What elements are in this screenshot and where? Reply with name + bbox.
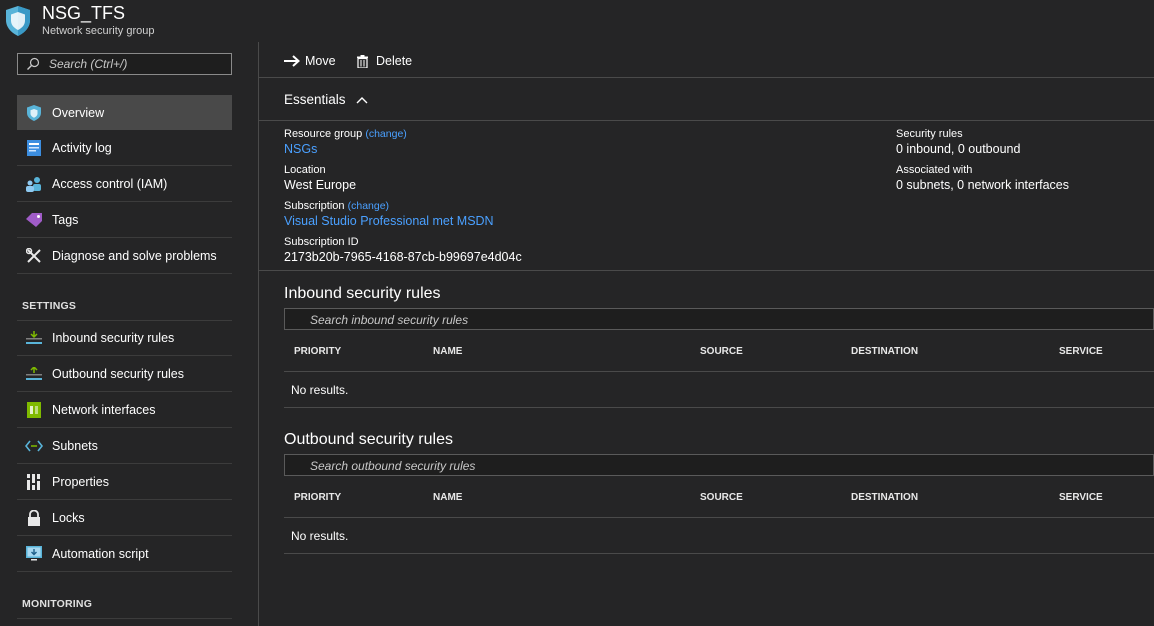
sidebar-item-label: Inbound security rules (52, 331, 175, 345)
inbound-rules-icon (25, 329, 43, 347)
outbound-col-service[interactable]: SERVICE (1059, 492, 1103, 503)
monitoring-section-title: MONITORING (22, 598, 93, 610)
sidebar-item-inbound-rules[interactable]: Inbound security rules (17, 321, 232, 356)
trash-icon (357, 54, 368, 68)
sidebar-item-automation-script[interactable]: Automation script (17, 537, 232, 572)
subscription-label: Subscription (change) (284, 200, 389, 212)
search-icon (27, 57, 40, 70)
activity-log-icon (25, 139, 43, 157)
inbound-search-input[interactable]: Search inbound security rules (284, 308, 1154, 330)
sidebar-divider (258, 42, 259, 626)
network-interface-icon (25, 401, 43, 419)
resource-group-link[interactable]: NSGs (284, 142, 317, 156)
page-title: NSG_TFS (42, 3, 126, 23)
toolbar-divider (259, 77, 1154, 78)
outbound-col-priority[interactable]: PRIORITY (294, 492, 341, 503)
inbound-col-destination[interactable]: DESTINATION (851, 346, 918, 357)
associated-with-label: Associated with (896, 164, 973, 176)
outbound-header-divider (284, 517, 1154, 518)
sidebar: Search (Ctrl+/) Overview Activity log Ac… (0, 42, 258, 626)
blade-header: NSG_TFS Network security group (0, 0, 1154, 42)
outbound-rules-icon (25, 365, 43, 383)
sidebar-item-label: Tags (52, 213, 79, 227)
sidebar-search-input[interactable]: Search (Ctrl+/) (17, 53, 232, 75)
section-divider (17, 618, 232, 619)
move-label: Move (305, 54, 336, 68)
subnet-icon (25, 437, 43, 455)
automation-script-icon (25, 545, 43, 563)
inbound-header-divider (284, 371, 1154, 372)
outbound-col-name[interactable]: NAME (433, 492, 462, 503)
sidebar-item-label: Properties (52, 475, 109, 489)
move-button[interactable]: Move (284, 52, 336, 70)
delete-button[interactable]: Delete (357, 52, 412, 70)
inbound-row-divider (284, 407, 1154, 408)
properties-icon (25, 473, 43, 491)
sidebar-item-subnets[interactable]: Subnets (17, 429, 232, 464)
inbound-col-name[interactable]: NAME (433, 346, 462, 357)
inbound-empty-text: No results. (291, 383, 349, 397)
search-placeholder: Search (Ctrl+/) (49, 57, 128, 71)
outbound-col-destination[interactable]: DESTINATION (851, 492, 918, 503)
security-rules-label: Security rules (896, 128, 963, 140)
outbound-row-divider (284, 553, 1154, 554)
subscription-change-link[interactable]: (change) (348, 200, 389, 212)
sidebar-item-outbound-rules[interactable]: Outbound security rules (17, 357, 232, 392)
essentials-title: Essentials (284, 92, 346, 107)
tag-icon (25, 211, 43, 229)
shield-icon (25, 104, 43, 122)
essentials-bottom-divider (259, 270, 1154, 271)
sidebar-item-locks[interactable]: Locks (17, 501, 232, 536)
associated-with-value: 0 subnets, 0 network interfaces (896, 178, 1070, 192)
settings-section-title: SETTINGS (22, 300, 77, 312)
essentials-toggle[interactable]: Essentials (284, 92, 368, 107)
sidebar-item-label: Subnets (52, 439, 98, 453)
sidebar-item-diagnose[interactable]: Diagnose and solve problems (17, 239, 232, 274)
resource-group-label-text: Resource group (284, 128, 363, 140)
security-rules-value: 0 inbound, 0 outbound (896, 142, 1021, 156)
resource-group-change-link[interactable]: (change) (365, 128, 406, 140)
sidebar-item-label: Automation script (52, 547, 149, 561)
sidebar-item-access-control[interactable]: Access control (IAM) (17, 167, 232, 202)
location-value: West Europe (284, 178, 357, 192)
outbound-empty-text: No results. (291, 529, 349, 543)
location-label: Location (284, 164, 326, 176)
sidebar-item-label: Access control (IAM) (52, 177, 168, 191)
inbound-col-priority[interactable]: PRIORITY (294, 346, 341, 357)
inbound-rules-title: Inbound security rules (284, 285, 441, 302)
sidebar-item-label: Network interfaces (52, 403, 156, 417)
lock-icon (25, 509, 43, 527)
page-subtitle: Network security group (42, 25, 155, 37)
sidebar-item-label: Overview (52, 105, 105, 120)
sidebar-item-overview[interactable]: Overview (17, 95, 232, 130)
outbound-search-placeholder: Search outbound security rules (310, 459, 476, 473)
chevron-up-icon (356, 96, 368, 103)
inbound-col-source[interactable]: SOURCE (700, 346, 743, 357)
people-icon (25, 175, 43, 193)
delete-label: Delete (376, 54, 413, 68)
inbound-search-placeholder: Search inbound security rules (310, 313, 469, 327)
sidebar-item-tags[interactable]: Tags (17, 203, 232, 238)
arrow-right-icon (284, 55, 300, 67)
sidebar-item-label: Diagnose and solve problems (52, 249, 217, 263)
wrench-icon (25, 247, 43, 265)
resource-group-label: Resource group (change) (284, 128, 407, 140)
subscription-id-value: 2173b20b-7965-4168-87cb-b99697e4d04c (284, 250, 522, 264)
outbound-col-source[interactable]: SOURCE (700, 492, 743, 503)
shield-icon (6, 6, 30, 36)
essentials-divider (259, 120, 1154, 121)
subscription-label-text: Subscription (284, 200, 345, 212)
sidebar-item-properties[interactable]: Properties (17, 465, 232, 500)
subscription-link[interactable]: Visual Studio Professional met MSDN (284, 214, 494, 228)
sidebar-item-network-interfaces[interactable]: Network interfaces (17, 393, 232, 428)
outbound-rules-title: Outbound security rules (284, 431, 453, 448)
outbound-search-input[interactable]: Search outbound security rules (284, 454, 1154, 476)
sidebar-item-label: Locks (52, 511, 85, 525)
subscription-id-label: Subscription ID (284, 236, 359, 248)
inbound-col-service[interactable]: SERVICE (1059, 346, 1103, 357)
sidebar-item-activity-log[interactable]: Activity log (17, 131, 232, 166)
sidebar-item-label: Outbound security rules (52, 367, 185, 381)
sidebar-item-label: Activity log (52, 141, 112, 155)
